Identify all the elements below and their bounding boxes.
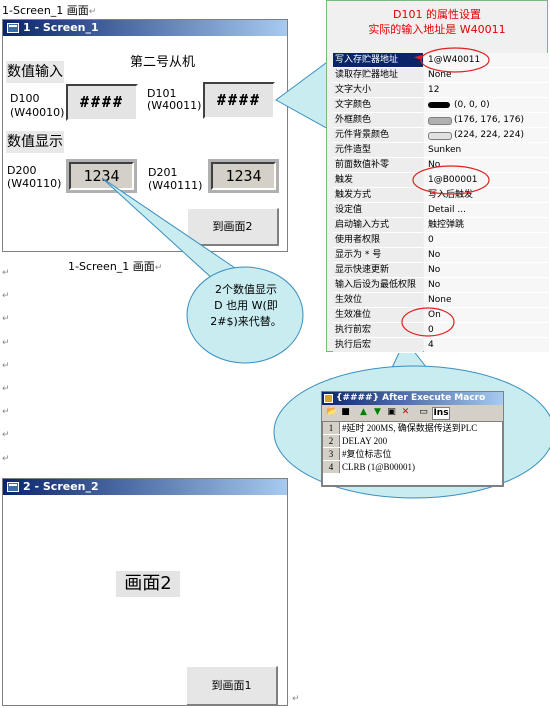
line-number: 4	[323, 461, 340, 473]
macro-toolbar: 📂 ■ ▲ ▼ ▣ ✕ ▭ Ins	[322, 405, 503, 421]
insert-button[interactable]: Ins	[432, 407, 450, 420]
line-number: 1	[323, 422, 340, 434]
macro-grid: 1 #延时 200MS, 确保数据传送到PLC 2 DELAY 200 3 #复…	[322, 421, 503, 486]
window-icon[interactable]: ▭	[418, 407, 429, 418]
macro-line[interactable]: 3 #复位标志位	[323, 448, 504, 460]
highlight-macros	[401, 307, 455, 337]
delete-icon[interactable]: ✕	[400, 407, 411, 418]
line-number: 2	[323, 435, 340, 447]
open-folder-icon[interactable]: 📂	[326, 407, 337, 418]
screen2-title: 2 - Screen_2	[23, 480, 99, 493]
bubble-line-1: 2个数值显示	[215, 283, 277, 296]
bubble-pointer	[101, 177, 240, 281]
macro-line[interactable]: 4 CLRB (1@B00001)	[323, 461, 504, 473]
line-text: #复位标志位	[342, 449, 392, 459]
properties-pointer	[275, 59, 331, 131]
macro-window-icon	[324, 394, 333, 403]
line-number: 3	[323, 448, 340, 460]
macro-line[interactable]: 1 #延时 200MS, 确保数据传送到PLC	[323, 422, 504, 434]
callout-bubble-text: 2个数值显示 D 也用 W(即 2#$)来代替。	[196, 282, 296, 330]
line-text: CLRB (1@B00001)	[342, 462, 416, 472]
macro-title: {####} After Execute Macro	[336, 393, 486, 403]
line-text: DELAY 200	[342, 436, 388, 446]
bubble-line-3: 2#$)来代替。	[210, 315, 282, 328]
screen2-center-label: 画面2	[116, 571, 180, 597]
highlight-trigger	[412, 165, 490, 195]
macro-line[interactable]: 2 DELAY 200	[323, 435, 504, 447]
goto-screen1-button[interactable]: 到画面1	[186, 666, 278, 706]
macro-titlebar[interactable]: {####} After Execute Macro	[322, 392, 503, 405]
save-icon[interactable]: ■	[340, 407, 351, 418]
line-text: #延时 200MS, 确保数据传送到PLC	[342, 423, 478, 433]
return-mark: ↵	[292, 694, 300, 704]
copy-icon[interactable]: ▣	[386, 407, 397, 418]
move-up-icon[interactable]: ▲	[358, 407, 369, 418]
highlight-overlay	[401, 47, 490, 337]
bubble-line-2: D 也用 W(即	[214, 299, 278, 312]
screen2-titlebar[interactable]: 2 - Screen_2	[3, 479, 287, 495]
highlight-write-address	[420, 47, 490, 73]
window-icon	[7, 482, 19, 492]
move-down-icon[interactable]: ▼	[372, 407, 383, 418]
macro-window: {####} After Execute Macro 📂 ■ ▲ ▼ ▣ ✕ ▭…	[321, 391, 504, 487]
